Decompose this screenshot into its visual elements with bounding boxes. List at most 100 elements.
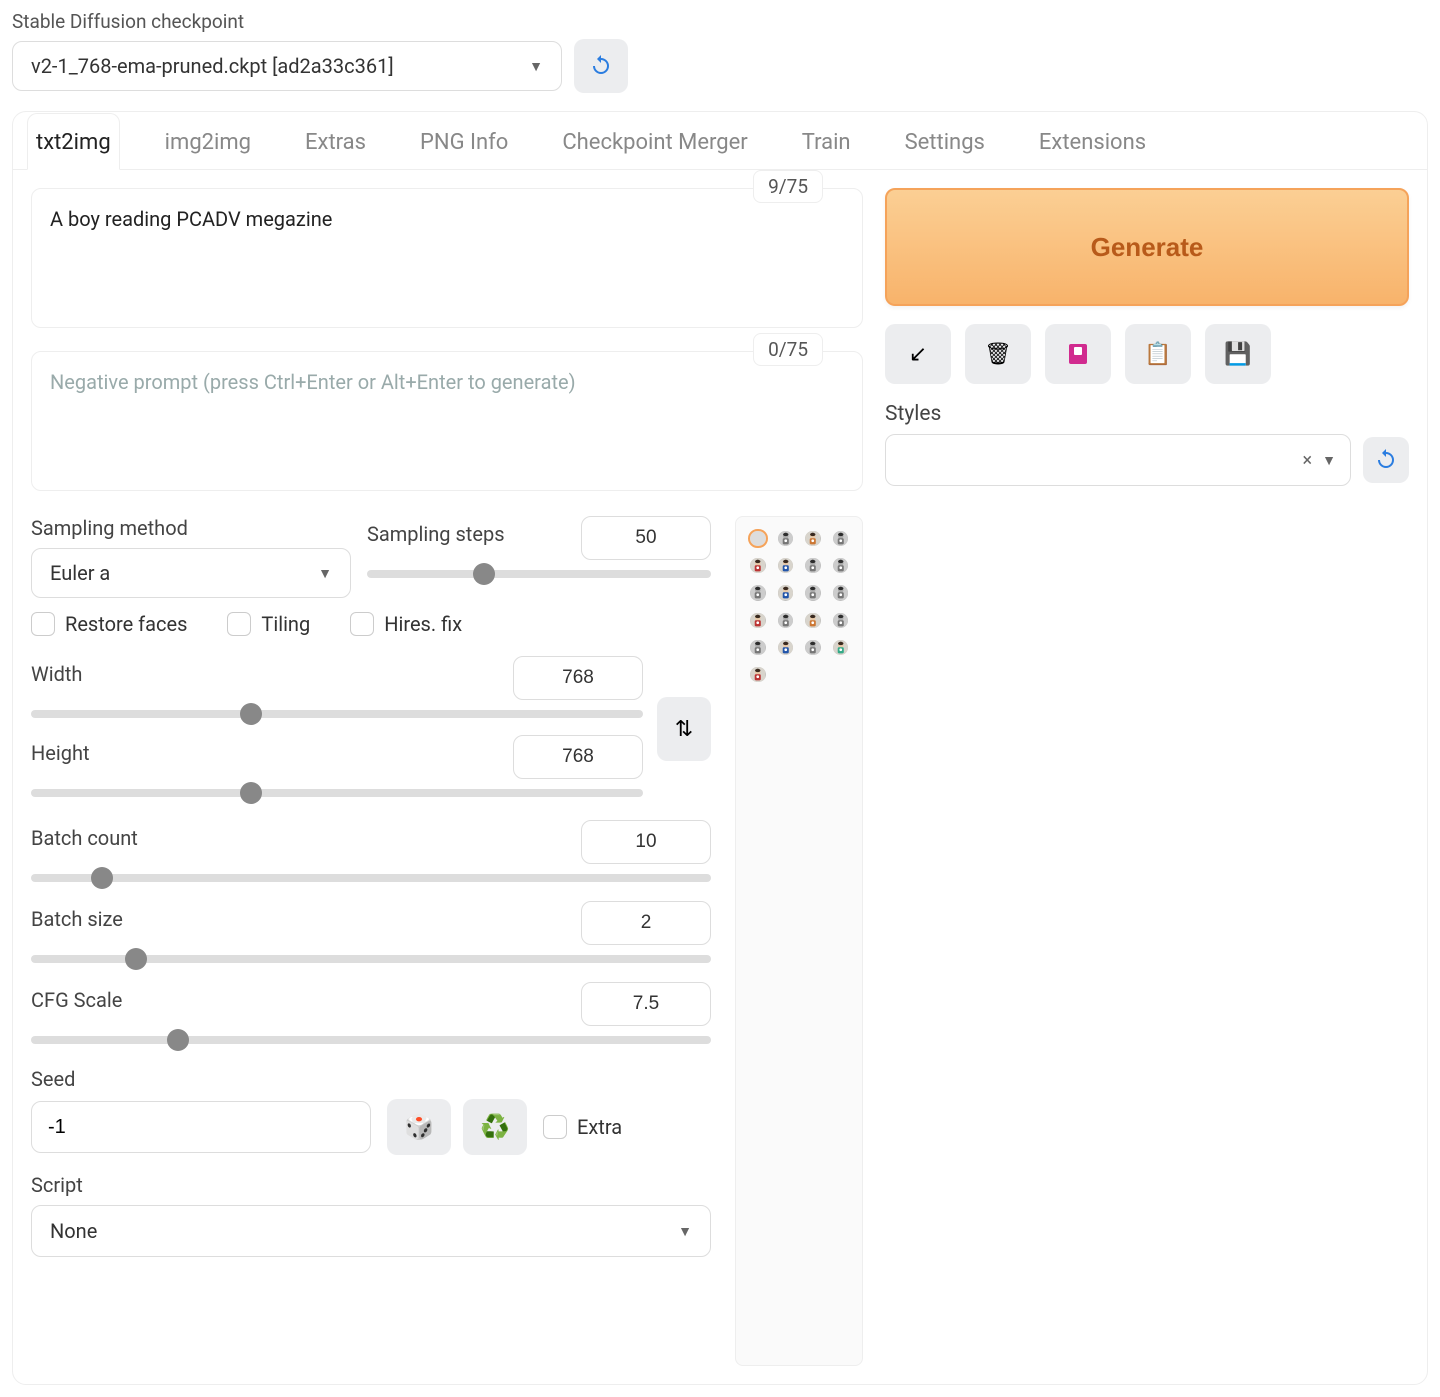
tab-train[interactable]: Train: [793, 113, 860, 170]
height-input[interactable]: [513, 735, 643, 779]
thumb-image: [778, 640, 794, 655]
gallery-thumb[interactable]: [833, 558, 849, 573]
gallery-thumb[interactable]: [833, 640, 849, 655]
width-slider[interactable]: [31, 710, 643, 718]
gallery-thumb[interactable]: [778, 585, 794, 600]
batch-size-input[interactable]: [581, 901, 711, 945]
thumb-image: [833, 558, 849, 573]
gallery-thumb[interactable]: [750, 585, 766, 600]
gallery-thumb[interactable]: [805, 585, 821, 600]
hires-fix-checkbox[interactable]: Hires. fix: [350, 612, 462, 636]
script-label: Script: [31, 1173, 711, 1197]
gallery-thumb[interactable]: [805, 558, 821, 573]
seed-random-button[interactable]: 🎲: [387, 1099, 451, 1155]
sampling-method-dropdown[interactable]: Euler a ▼: [31, 548, 351, 598]
thumb-image: [750, 585, 766, 600]
save-button[interactable]: 💾: [1205, 324, 1271, 384]
thumb-image: [833, 613, 849, 628]
batch-size-label: Batch size: [31, 907, 123, 931]
styles-dropdown[interactable]: × ▼: [885, 434, 1351, 486]
prompt-input[interactable]: [31, 188, 863, 328]
gallery-thumb[interactable]: [805, 613, 821, 628]
prompt-token-count: 9/75: [753, 170, 823, 203]
thumb-image: [805, 531, 821, 546]
gallery-thumb[interactable]: [833, 585, 849, 600]
chevron-down-icon: ▼: [1322, 452, 1336, 469]
swap-icon: ⇅: [675, 716, 693, 741]
gallery-thumb[interactable]: [750, 558, 766, 573]
batch-count-input[interactable]: [581, 820, 711, 864]
tiling-checkbox[interactable]: Tiling: [227, 612, 310, 636]
thumb-image: [778, 531, 794, 546]
card-icon: [1066, 342, 1090, 366]
thumb-image: [750, 558, 766, 573]
gallery-thumb[interactable]: [805, 531, 821, 546]
refresh-icon: [589, 54, 613, 78]
batch-count-label: Batch count: [31, 826, 138, 850]
interrogate-button[interactable]: ↙: [885, 324, 951, 384]
tab-extras[interactable]: Extras: [296, 113, 375, 170]
thumb-image: [750, 667, 766, 682]
gallery-thumb[interactable]: [778, 531, 794, 546]
seed-extra-checkbox[interactable]: Extra: [543, 1115, 622, 1139]
gallery-thumb[interactable]: [750, 613, 766, 628]
neg-prompt-token-count: 0/75: [753, 333, 823, 366]
thumb-image: [778, 613, 794, 628]
height-label: Height: [31, 741, 90, 765]
gallery-thumb[interactable]: [833, 531, 849, 546]
paste-button[interactable]: 📋: [1125, 324, 1191, 384]
sampling-steps-label: Sampling steps: [367, 522, 505, 546]
gallery-thumb[interactable]: [778, 640, 794, 655]
tab-txt2img[interactable]: txt2img: [27, 113, 120, 170]
gallery-thumb[interactable]: [778, 613, 794, 628]
gallery-thumb[interactable]: [750, 640, 766, 655]
batch-count-slider[interactable]: [31, 874, 711, 882]
width-input[interactable]: [513, 656, 643, 700]
thumb-image: [805, 613, 821, 628]
gallery-thumb[interactable]: [750, 531, 766, 546]
batch-size-slider[interactable]: [31, 955, 711, 963]
gallery-thumb[interactable]: [805, 640, 821, 655]
clear-button[interactable]: 🗑: [965, 324, 1031, 384]
clipboard-icon: 📋: [1144, 341, 1171, 367]
cfg-scale-label: CFG Scale: [31, 988, 122, 1012]
checkpoint-dropdown[interactable]: v2-1_768-ema-pruned.ckpt [ad2a33c361] ▼: [12, 41, 562, 91]
gallery-thumb[interactable]: [833, 613, 849, 628]
tab-checkpoint-merger[interactable]: Checkpoint Merger: [553, 113, 756, 170]
generate-button[interactable]: Generate: [885, 188, 1409, 306]
tab-extensions[interactable]: Extensions: [1030, 113, 1155, 170]
seed-input[interactable]: [31, 1101, 371, 1153]
tab-settings[interactable]: Settings: [896, 113, 994, 170]
script-dropdown[interactable]: None ▼: [31, 1205, 711, 1257]
checkpoint-label: Stable Diffusion checkpoint: [12, 10, 1428, 33]
swap-dimensions-button[interactable]: ⇅: [657, 697, 711, 761]
height-slider[interactable]: [31, 789, 643, 797]
negative-prompt-input[interactable]: [31, 351, 863, 491]
dice-icon: 🎲: [404, 1114, 434, 1141]
cfg-scale-slider[interactable]: [31, 1036, 711, 1044]
styles-label: Styles: [885, 402, 1409, 426]
thumb-image: [778, 558, 794, 573]
seed-reuse-button[interactable]: ♻️: [463, 1099, 527, 1155]
save-icon: 💾: [1224, 341, 1251, 367]
refresh-checkpoint-button[interactable]: [574, 39, 628, 93]
sampling-steps-slider[interactable]: [367, 570, 711, 578]
cfg-scale-input[interactable]: [581, 982, 711, 1026]
tab-pnginfo[interactable]: PNG Info: [411, 113, 517, 170]
results-gallery[interactable]: [735, 516, 863, 1366]
thumb-image: [805, 585, 821, 600]
refresh-styles-button[interactable]: [1363, 437, 1409, 483]
chevron-down-icon: ▼: [529, 58, 543, 75]
restore-faces-checkbox[interactable]: Restore faces: [31, 612, 187, 636]
gallery-thumb[interactable]: [778, 558, 794, 573]
refresh-icon: [1374, 448, 1398, 472]
gallery-thumb[interactable]: [750, 667, 766, 682]
arrow-icon: ↙: [909, 341, 927, 367]
script-value: None: [50, 1219, 97, 1243]
styles-clear-icon[interactable]: ×: [1303, 450, 1313, 471]
styles-apply-button[interactable]: [1045, 324, 1111, 384]
width-label: Width: [31, 662, 82, 686]
sampling-method-label: Sampling method: [31, 516, 351, 540]
sampling-steps-input[interactable]: [581, 516, 711, 560]
tab-img2img[interactable]: img2img: [156, 113, 260, 170]
